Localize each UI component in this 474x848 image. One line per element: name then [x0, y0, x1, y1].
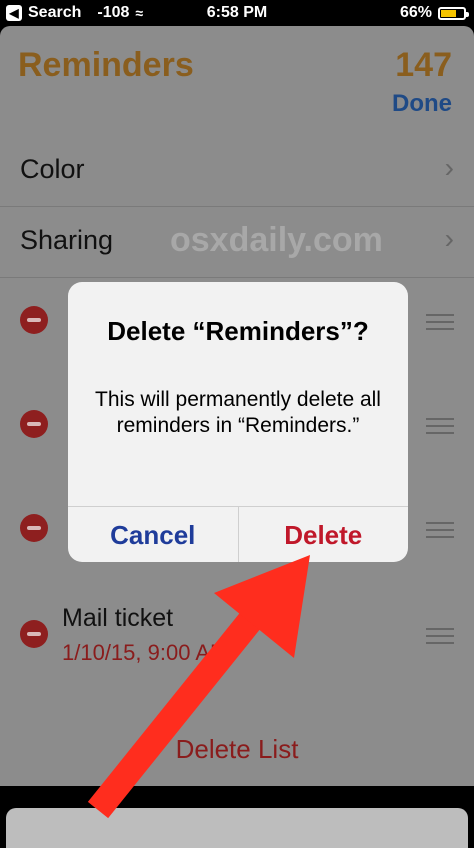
- reorder-grip-icon[interactable]: [426, 522, 454, 538]
- reorder-grip-icon[interactable]: [426, 314, 454, 330]
- list-item: Mail ticket 1/10/15, 9:00 AM: [0, 590, 474, 694]
- item-title: Mail ticket: [62, 604, 174, 632]
- delete-list-button[interactable]: Delete List: [0, 734, 474, 765]
- stacked-list-card: [6, 808, 468, 848]
- delete-button[interactable]: Delete: [239, 507, 409, 562]
- watermark: osxdaily.com: [170, 221, 383, 259]
- status-bar: ◀ Search -108 ≈ 6:58 PM 66%: [0, 0, 474, 26]
- delete-minus-icon[interactable]: [20, 410, 48, 438]
- cancel-button[interactable]: Cancel: [68, 507, 239, 562]
- delete-minus-icon[interactable]: [20, 514, 48, 542]
- alert-message: This will permanently delete all reminde…: [95, 388, 381, 437]
- done-button[interactable]: Done: [392, 90, 452, 118]
- reminder-count: 147: [395, 46, 452, 84]
- chevron-right-icon: ›: [444, 223, 454, 254]
- sharing-label: Sharing: [20, 225, 114, 255]
- color-row[interactable]: Color ›: [0, 136, 474, 207]
- delete-minus-icon[interactable]: [20, 306, 48, 334]
- delete-minus-icon[interactable]: [20, 620, 48, 648]
- chevron-right-icon: ›: [444, 152, 454, 183]
- battery-icon: [438, 6, 469, 20]
- alert-title: Delete “Reminders”?: [107, 316, 369, 346]
- list-title: Reminders: [18, 46, 194, 84]
- delete-confirmation-alert: Delete “Reminders”? This will permanentl…: [68, 282, 408, 562]
- item-date: 1/10/15, 9:00 AM: [62, 640, 229, 665]
- color-label: Color: [20, 154, 85, 184]
- reorder-grip-icon[interactable]: [426, 628, 454, 644]
- reorder-grip-icon[interactable]: [426, 418, 454, 434]
- alert-button-bar: Cancel Delete: [68, 506, 408, 562]
- battery-percent: 66%: [399, 4, 432, 21]
